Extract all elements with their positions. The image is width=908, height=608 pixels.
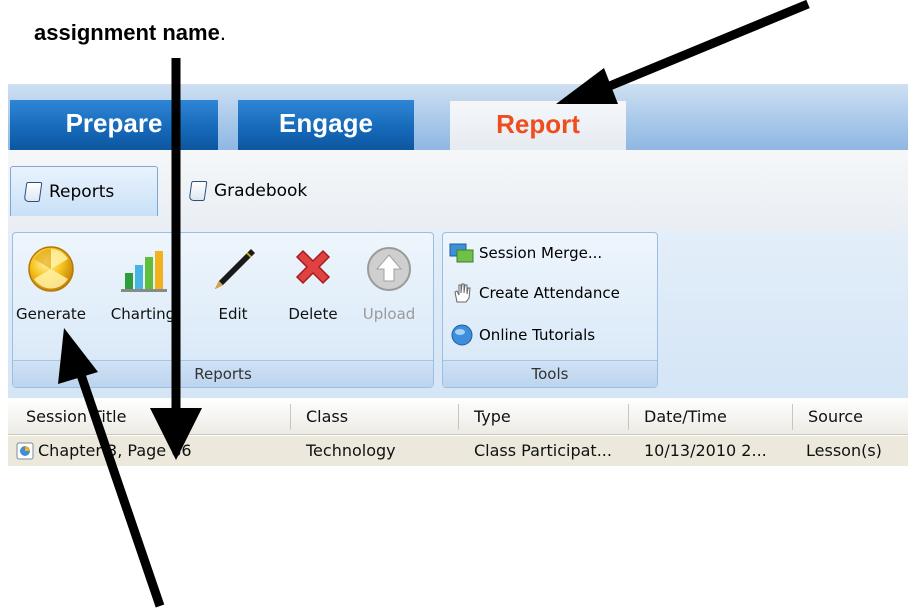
delete-x-icon	[295, 249, 331, 285]
charting-label: Charting	[110, 305, 176, 323]
table-row[interactable]: Chapter 3, Page 86 Technology Class Part…	[8, 436, 908, 466]
main-tab-bar: Prepare Engage Report	[8, 84, 908, 150]
session-merge-button[interactable]: Session Merge...	[449, 239, 602, 267]
globe-icon	[451, 324, 473, 346]
subtab-gradebook[interactable]: Gradebook	[176, 166, 336, 216]
edit-label: Edit	[218, 305, 248, 323]
column-divider[interactable]	[792, 404, 793, 430]
subtab-gradebook-label: Gradebook	[214, 181, 308, 201]
delete-label: Delete	[288, 305, 338, 323]
column-type[interactable]: Type	[460, 398, 511, 434]
column-session-title[interactable]: Session Title	[12, 398, 126, 434]
column-class[interactable]: Class	[292, 398, 348, 434]
tools-group-label: Tools	[443, 360, 657, 387]
cell-date-time: 10/13/2010 2...	[644, 441, 767, 460]
create-attendance-button[interactable]: Create Attendance	[449, 279, 620, 307]
reports-group: Generate Charting Edit Delete Upload Rep…	[12, 232, 434, 388]
pen-icon	[215, 249, 255, 289]
cell-type: Class Participat...	[474, 441, 612, 460]
subtab-reports-label: Reports	[49, 181, 115, 202]
caption-suffix: .	[219, 20, 226, 45]
column-date-time[interactable]: Date/Time	[630, 398, 727, 434]
ribbon: Generate Charting Edit Delete Upload Rep…	[8, 230, 908, 398]
column-divider[interactable]	[628, 404, 629, 430]
annotation-caption: assignment name.	[34, 20, 226, 46]
charting-button[interactable]: Charting	[109, 243, 177, 343]
cell-source: Lesson(s)	[806, 441, 882, 460]
tab-report[interactable]: Report	[450, 100, 626, 150]
hand-icon	[454, 283, 471, 303]
create-attendance-label: Create Attendance	[479, 284, 620, 302]
merge-icon	[449, 243, 474, 263]
sub-tab-bar: Reports Gradebook	[8, 150, 908, 231]
column-divider[interactable]	[290, 404, 291, 430]
online-tutorials-button[interactable]: Online Tutorials	[449, 321, 595, 349]
reports-group-label: Reports	[13, 360, 433, 387]
subtab-reports[interactable]: Reports	[10, 166, 158, 216]
upload-label: Upload	[362, 305, 416, 323]
cell-session-title: Chapter 3, Page 86	[38, 441, 192, 460]
tools-group: Session Merge... Create Attendance Onlin…	[442, 232, 658, 388]
generate-icon	[28, 246, 74, 292]
cell-class: Technology	[306, 441, 396, 460]
tab-prepare[interactable]: Prepare	[10, 100, 218, 150]
book-icon	[23, 181, 43, 202]
book-icon	[188, 181, 208, 201]
column-divider[interactable]	[458, 404, 459, 430]
session-list-header: Session Title Class Type Date/Time Sourc…	[8, 398, 908, 435]
online-tutorials-label: Online Tutorials	[479, 326, 596, 344]
caption-bold-text: assignment name	[34, 20, 220, 45]
upload-icon	[367, 247, 411, 291]
delete-button[interactable]: Delete	[279, 243, 347, 343]
column-source[interactable]: Source	[794, 398, 863, 434]
generate-button[interactable]: Generate	[15, 243, 87, 343]
upload-button[interactable]: Upload	[355, 243, 423, 343]
session-icon	[16, 442, 34, 460]
bar-chart-icon	[121, 251, 167, 292]
generate-label: Generate	[15, 305, 87, 323]
edit-button[interactable]: Edit	[199, 243, 267, 343]
session-merge-label: Session Merge...	[479, 244, 603, 262]
tab-engage[interactable]: Engage	[238, 100, 414, 150]
